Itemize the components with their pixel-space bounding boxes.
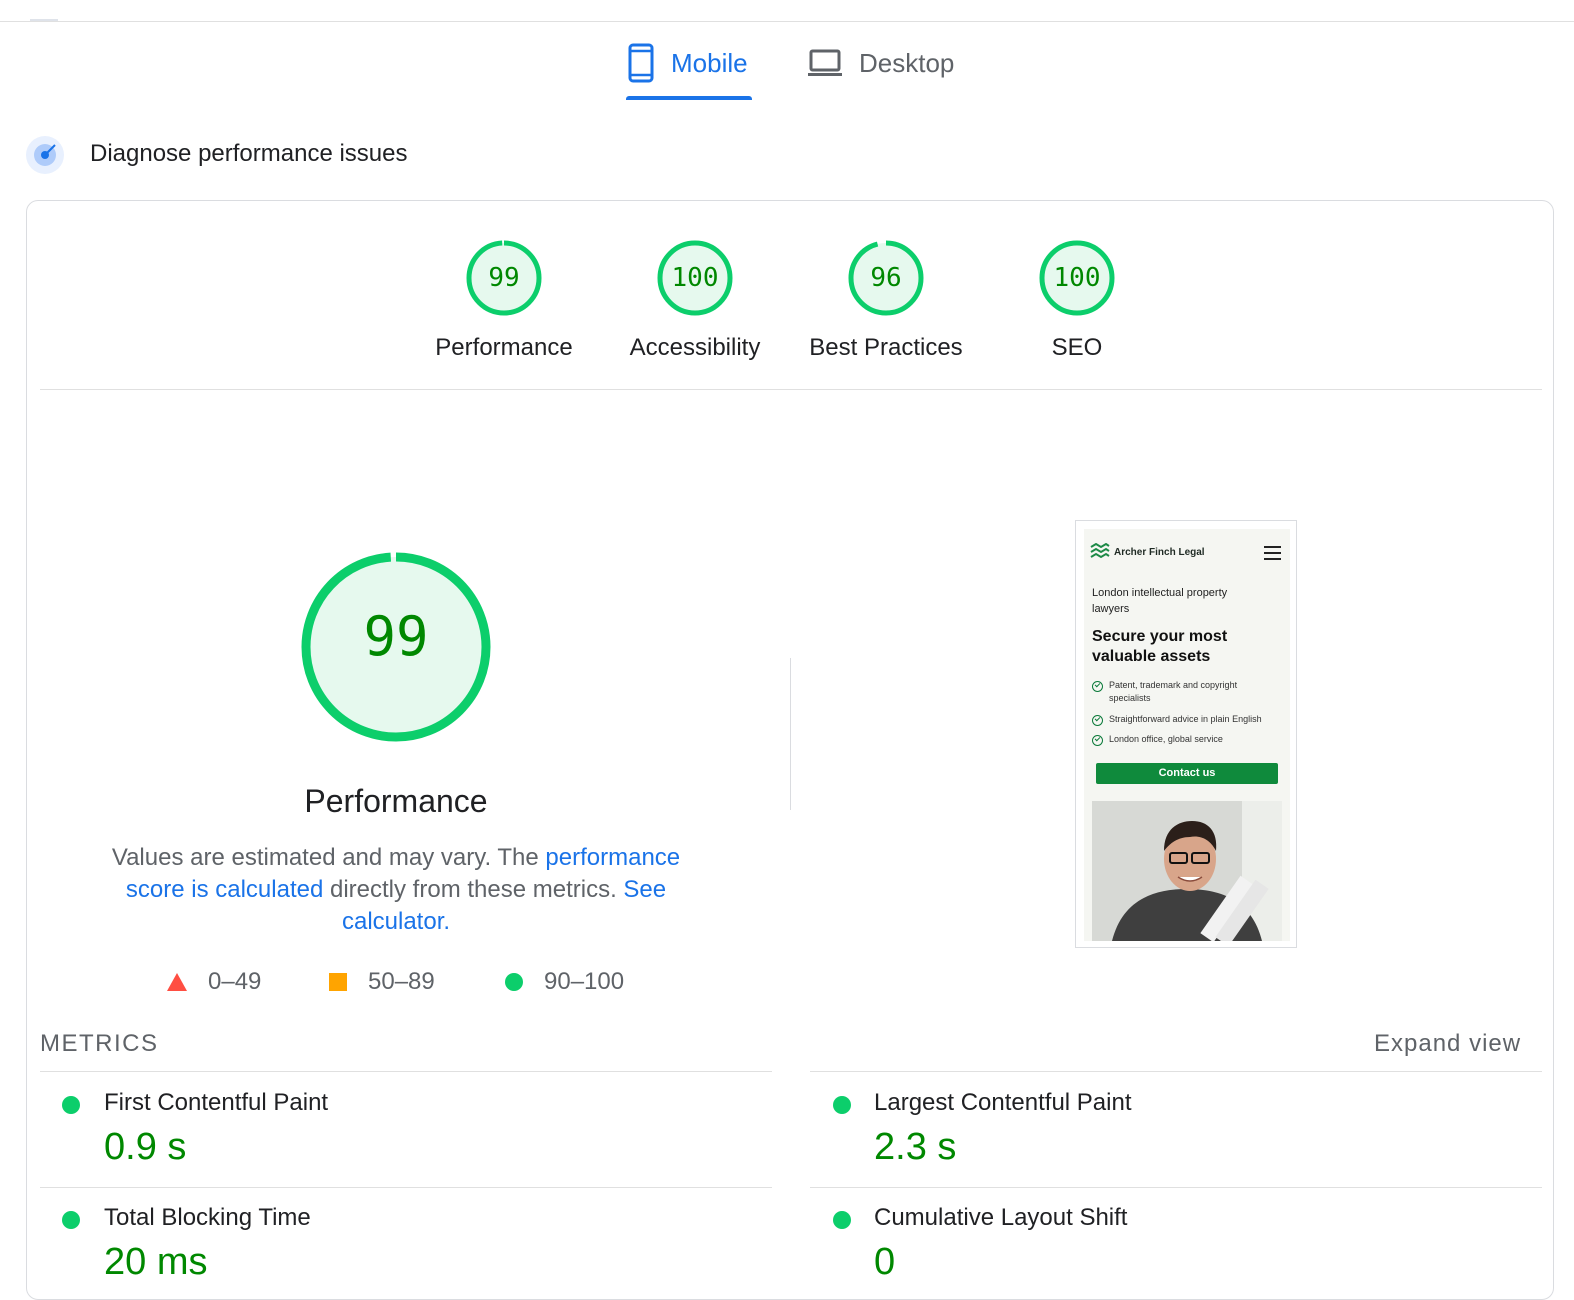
description-text-2: directly from these metrics. xyxy=(323,876,624,903)
legend-pass: 90–100 xyxy=(504,966,624,998)
legend-fail: 0–49 xyxy=(166,966,261,998)
metrics-divider xyxy=(40,1187,772,1188)
metrics-divider xyxy=(40,1071,772,1072)
diagnose-icon xyxy=(26,136,64,174)
person-photo-icon xyxy=(1092,801,1282,941)
metric-lcp-value: 2.3 s xyxy=(874,1126,957,1168)
diagnose-title: Diagnose performance issues xyxy=(90,140,408,167)
active-tab-indicator xyxy=(626,96,752,100)
screenshot-bullet-text: London office, global service xyxy=(1109,734,1223,744)
metric-cls-name: Cumulative Layout Shift xyxy=(874,1204,1128,1231)
performance-score: 99 xyxy=(488,263,520,293)
best-practices-label[interactable]: Best Practices xyxy=(776,334,996,362)
hamburger-menu-icon xyxy=(1264,546,1281,560)
tab-mobile[interactable]: Mobile xyxy=(627,38,748,88)
screenshot-bullet-text: Straightforward advice in plain English xyxy=(1109,714,1262,724)
performance-title: Performance xyxy=(304,783,488,819)
screenshot-photo xyxy=(1092,801,1282,941)
pass-dot-icon xyxy=(833,1211,851,1229)
legend-fail-label: 0–49 xyxy=(208,968,262,995)
screenshot-bullet: Patent, trademark and copyright speciali… xyxy=(1092,679,1262,705)
page-screenshot: Archer Finch Legal London intellectual p… xyxy=(1075,520,1297,948)
expand-view-button[interactable]: Expand view xyxy=(1374,1030,1521,1058)
top-divider xyxy=(0,21,1574,22)
legend-average-label: 50–89 xyxy=(368,968,435,995)
metric-lcp-name: Largest Contentful Paint xyxy=(874,1089,1132,1116)
best-practices-score: 96 xyxy=(870,263,902,293)
metrics-heading: METRICS xyxy=(40,1030,159,1057)
screenshot-subtitle: London intellectual property lawyers xyxy=(1092,587,1228,615)
average-square-icon xyxy=(329,973,347,991)
legend-pass-label: 90–100 xyxy=(544,968,625,995)
screenshot-bullet: Straightforward advice in plain English xyxy=(1092,713,1282,726)
pass-circle-icon xyxy=(505,973,523,991)
screenshot-bullet-text: Patent, trademark and copyright speciali… xyxy=(1109,680,1238,703)
brand-logo-icon xyxy=(1090,543,1110,559)
screenshot-bullet: London office, global service xyxy=(1092,733,1282,746)
pass-dot-icon xyxy=(62,1211,80,1229)
accessibility-score: 100 xyxy=(671,263,719,293)
metrics-divider xyxy=(810,1187,1542,1188)
performance-label[interactable]: Performance xyxy=(404,334,604,362)
tab-desktop-label: Desktop xyxy=(859,47,955,78)
metric-tbt-name: Total Blocking Time xyxy=(104,1204,311,1231)
screenshot-headline: Secure your most valuable assets xyxy=(1092,628,1228,665)
vertical-separator xyxy=(790,658,791,810)
screenshot-brand: Archer Finch Legal xyxy=(1114,547,1205,558)
metrics-divider xyxy=(810,1071,1542,1072)
accessibility-label[interactable]: Accessibility xyxy=(595,334,795,362)
legend-average: 50–89 xyxy=(328,966,435,998)
tab-mobile-label: Mobile xyxy=(671,47,748,78)
description-text-1: Values are estimated and may vary. The xyxy=(111,844,546,871)
pass-dot-icon xyxy=(833,1096,851,1114)
fail-triangle-icon xyxy=(167,973,187,991)
top-mark xyxy=(30,19,58,21)
seo-label[interactable]: SEO xyxy=(977,334,1177,362)
check-circle-icon xyxy=(1092,735,1103,746)
pass-dot-icon xyxy=(62,1096,80,1114)
check-circle-icon xyxy=(1092,715,1103,726)
laptop-icon xyxy=(808,49,842,76)
metric-fcp-name: First Contentful Paint xyxy=(104,1089,329,1116)
smartphone-icon xyxy=(628,43,654,83)
check-circle-icon xyxy=(1092,681,1103,692)
performance-description: Values are estimated and may vary. The p… xyxy=(80,842,712,938)
metric-fcp-value: 0.9 s xyxy=(104,1126,187,1168)
tab-desktop[interactable]: Desktop xyxy=(807,38,954,88)
screenshot-page: Archer Finch Legal London intellectual p… xyxy=(1084,529,1290,941)
screenshot-contact-button: Contact us xyxy=(1096,763,1278,784)
seo-score: 100 xyxy=(1053,263,1101,293)
performance-big-score: 99 xyxy=(363,605,429,668)
gauges-divider xyxy=(40,389,1542,390)
